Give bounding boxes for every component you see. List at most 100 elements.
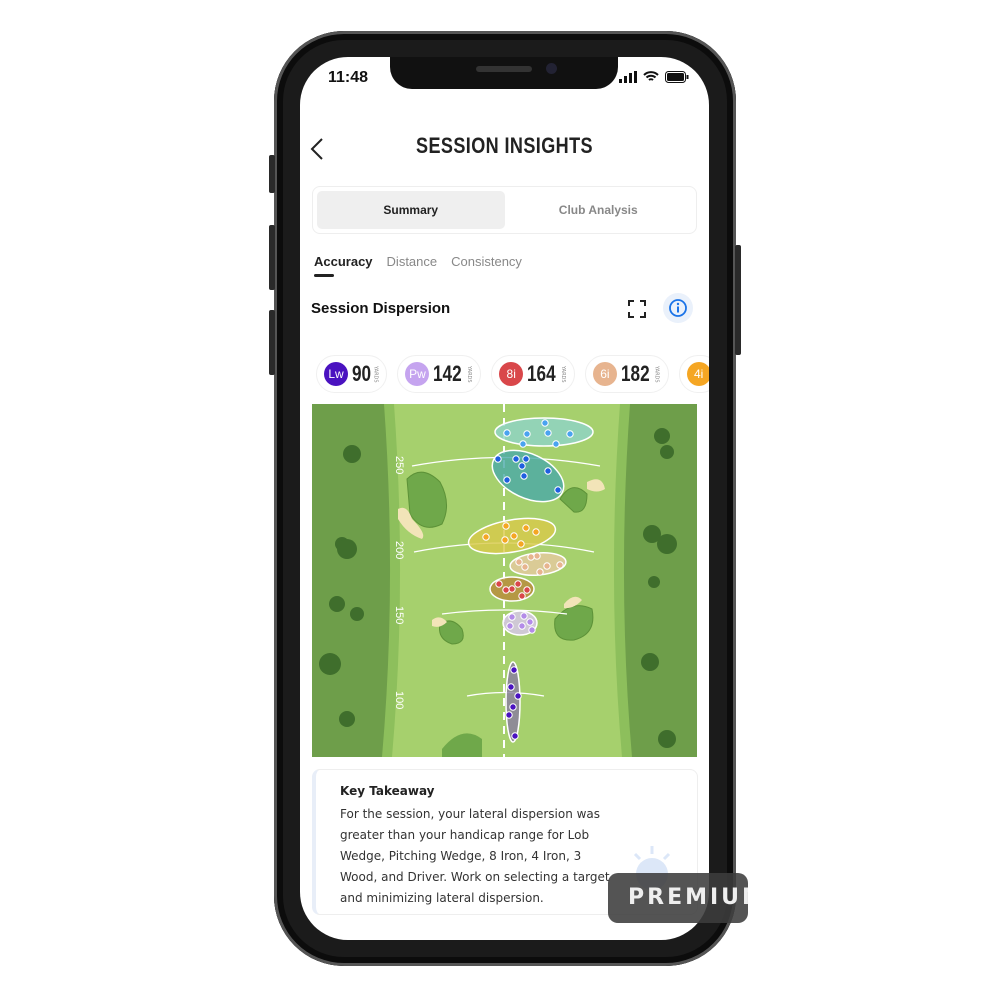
shot-point xyxy=(515,558,523,566)
shot-point xyxy=(512,455,520,463)
shot-point xyxy=(494,455,502,463)
shot-point xyxy=(523,430,531,438)
shot-point xyxy=(552,440,560,448)
wifi-icon xyxy=(643,71,659,81)
notch xyxy=(390,57,618,89)
club-chip-pw[interactable]: Pw 142 YARDS xyxy=(397,355,482,393)
status-icons xyxy=(619,71,689,83)
shot-point xyxy=(544,467,552,475)
shot-point xyxy=(510,532,518,540)
shot-point xyxy=(532,528,540,536)
club-distance: 90 xyxy=(352,361,372,386)
shot-point xyxy=(533,552,541,560)
club-chips: Lw 90 YARDS Pw 142 YARDS 8i 164 YARDS 6i 182 YARDS 4… xyxy=(316,355,709,393)
shot-point xyxy=(556,561,564,569)
dispersion-map: 250 200 150 100 xyxy=(312,404,697,757)
club-chip-8i[interactable]: 8i 164 YARDS xyxy=(491,355,575,393)
shot-point xyxy=(508,585,516,593)
camera xyxy=(546,63,557,74)
club-distance: 164 xyxy=(527,361,556,386)
shot-point xyxy=(518,462,526,470)
shot-point xyxy=(541,419,549,427)
shot-point xyxy=(506,622,514,630)
shot-point xyxy=(518,622,526,630)
takeaway-title: Key Takeaway xyxy=(340,784,435,798)
shot-point xyxy=(554,486,562,494)
mute-switch xyxy=(269,155,275,193)
club-distance: 142 xyxy=(433,361,463,386)
shot-point xyxy=(521,563,529,571)
power-button xyxy=(735,245,741,355)
shot-point xyxy=(501,536,509,544)
shot-point xyxy=(566,430,574,438)
shot-point xyxy=(505,711,513,719)
segment-summary[interactable]: Summary xyxy=(317,191,505,229)
takeaway-text: For the session, your lateral dispersion… xyxy=(340,807,610,905)
shot-point xyxy=(514,692,522,700)
club-badge: 4i xyxy=(686,362,709,386)
club-badge: Lw xyxy=(324,362,348,386)
shot-point xyxy=(522,524,530,532)
shot-point xyxy=(502,586,510,594)
tab-consistency[interactable]: Consistency xyxy=(451,254,522,269)
segment-control: Summary Club Analysis xyxy=(312,186,697,234)
premium-watermark: PREMIUM xyxy=(608,873,748,923)
battery-icon xyxy=(665,71,689,83)
shot-point xyxy=(523,586,531,594)
shot-point xyxy=(503,476,511,484)
fullscreen-icon[interactable] xyxy=(628,300,646,318)
club-distance: 182 xyxy=(620,361,650,386)
club-distance-unit: YARDS xyxy=(466,365,473,383)
shot-point xyxy=(502,522,510,530)
shot-point xyxy=(528,626,536,634)
club-chip-lw[interactable]: Lw 90 YARDS xyxy=(316,355,388,393)
club-badge: 6i xyxy=(592,362,617,386)
shot-point xyxy=(503,429,511,437)
shot-point xyxy=(520,472,528,480)
tab-accuracy[interactable]: Accuracy xyxy=(314,254,373,277)
shot-point xyxy=(511,732,519,740)
tab-distance[interactable]: Distance xyxy=(387,254,438,269)
distance-label: 250 xyxy=(393,456,405,474)
shot-point xyxy=(517,540,525,548)
dispersion-ellipse xyxy=(505,661,521,743)
shot-point xyxy=(482,533,490,541)
club-badge: Pw xyxy=(405,362,430,386)
shot-point xyxy=(536,568,544,576)
shot-point xyxy=(544,429,552,437)
signal-icon xyxy=(619,71,637,83)
distance-label: 100 xyxy=(393,691,405,709)
screen: 11:48 SESSION INSIGHTS Summary Club Anal… xyxy=(300,57,709,940)
club-chip-4i[interactable]: 4i xyxy=(678,355,709,393)
volume-down-button xyxy=(269,310,275,375)
distance-label: 200 xyxy=(393,541,405,559)
segment-club-analysis[interactable]: Club Analysis xyxy=(505,191,693,229)
distance-label: 150 xyxy=(393,606,405,624)
shot-point xyxy=(510,666,518,674)
shot-point xyxy=(508,613,516,621)
status-time: 11:48 xyxy=(328,69,369,86)
tab-bar: Accuracy Distance Consistency xyxy=(314,254,522,277)
shot-point xyxy=(495,580,503,588)
shot-point xyxy=(507,683,515,691)
club-distance-unit: YARDS xyxy=(653,365,660,383)
shot-point xyxy=(527,553,535,561)
shot-point xyxy=(526,618,534,626)
back-button[interactable] xyxy=(310,137,324,168)
page-title: SESSION INSIGHTS xyxy=(416,133,593,158)
shot-point xyxy=(518,592,526,600)
info-button[interactable] xyxy=(663,293,693,323)
section-title: Session Dispersion xyxy=(311,300,451,317)
shot-point xyxy=(543,562,551,570)
shot-point xyxy=(519,440,527,448)
chevron-left-icon xyxy=(310,138,323,160)
club-chip-6i[interactable]: 6i 182 YARDS xyxy=(584,355,669,393)
club-distance-unit: YARDS xyxy=(372,365,379,383)
speaker xyxy=(476,66,532,72)
shot-point xyxy=(520,612,528,620)
club-distance-unit: YARDS xyxy=(559,365,566,383)
volume-up-button xyxy=(269,225,275,290)
shot-point xyxy=(522,455,530,463)
shot-point xyxy=(509,703,517,711)
club-badge: 8i xyxy=(499,362,524,386)
